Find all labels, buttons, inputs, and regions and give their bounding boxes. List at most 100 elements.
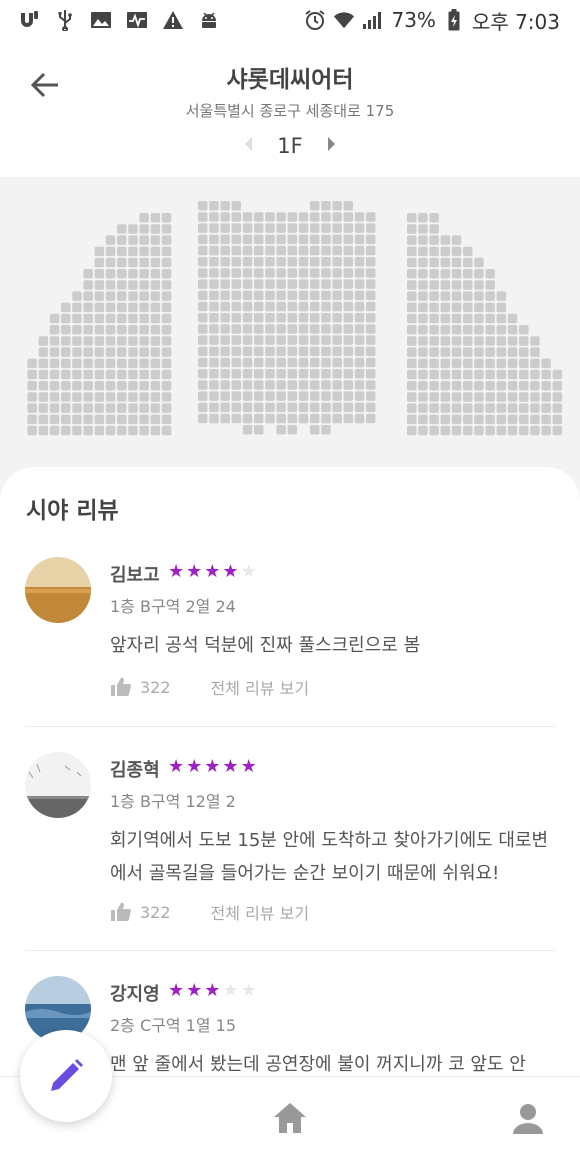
seat[interactable] bbox=[474, 414, 484, 425]
seat[interactable] bbox=[38, 414, 49, 425]
seat[interactable] bbox=[61, 336, 71, 346]
seat[interactable] bbox=[507, 403, 518, 413]
seat[interactable] bbox=[231, 357, 242, 368]
seat[interactable] bbox=[440, 235, 451, 245]
seat[interactable] bbox=[321, 335, 331, 345]
seat[interactable] bbox=[530, 336, 540, 346]
seat[interactable] bbox=[332, 268, 342, 278]
seat[interactable] bbox=[321, 290, 331, 301]
seat[interactable] bbox=[139, 369, 149, 380]
seat[interactable] bbox=[198, 313, 208, 323]
seat[interactable] bbox=[321, 257, 331, 267]
seat[interactable] bbox=[198, 268, 208, 278]
seat[interactable] bbox=[298, 380, 309, 390]
seat[interactable] bbox=[105, 313, 116, 324]
seat[interactable] bbox=[463, 325, 473, 335]
seat[interactable] bbox=[27, 358, 37, 369]
seat[interactable] bbox=[407, 213, 417, 223]
seat[interactable] bbox=[242, 257, 253, 267]
seat[interactable] bbox=[220, 234, 230, 245]
seat[interactable] bbox=[366, 357, 376, 368]
seat[interactable] bbox=[418, 347, 428, 357]
seat[interactable] bbox=[310, 245, 320, 256]
seat[interactable] bbox=[474, 358, 484, 369]
seat[interactable] bbox=[209, 369, 219, 379]
seat[interactable] bbox=[49, 392, 60, 402]
seat[interactable] bbox=[209, 245, 219, 256]
seat[interactable] bbox=[72, 369, 82, 380]
seat[interactable] bbox=[198, 279, 208, 289]
seat[interactable] bbox=[366, 380, 376, 390]
seat[interactable] bbox=[343, 201, 354, 211]
seat[interactable] bbox=[242, 357, 253, 368]
seat[interactable] bbox=[354, 212, 365, 222]
seat[interactable] bbox=[496, 369, 507, 380]
seat[interactable] bbox=[507, 425, 518, 436]
seat[interactable] bbox=[519, 369, 529, 380]
seat[interactable] bbox=[38, 358, 49, 369]
seat[interactable] bbox=[198, 402, 208, 413]
seat[interactable] bbox=[150, 269, 161, 279]
seat[interactable] bbox=[287, 346, 298, 357]
seat[interactable] bbox=[343, 324, 354, 334]
seat[interactable] bbox=[94, 313, 105, 324]
seat[interactable] bbox=[139, 414, 149, 425]
seat[interactable] bbox=[407, 325, 417, 335]
seat[interactable] bbox=[463, 280, 473, 290]
seat[interactable] bbox=[83, 336, 93, 346]
seat[interactable] bbox=[38, 425, 49, 436]
seat[interactable] bbox=[407, 302, 417, 313]
seat[interactable] bbox=[310, 324, 320, 334]
seat[interactable] bbox=[440, 358, 451, 369]
seat[interactable] bbox=[354, 335, 365, 345]
seat[interactable] bbox=[440, 269, 451, 279]
seat[interactable] bbox=[485, 302, 495, 313]
seat[interactable] bbox=[72, 302, 82, 313]
seat[interactable] bbox=[161, 280, 172, 290]
seat[interactable] bbox=[209, 268, 219, 278]
seat[interactable] bbox=[429, 403, 439, 413]
seat[interactable] bbox=[83, 291, 93, 301]
seat[interactable] bbox=[440, 280, 451, 290]
seat[interactable] bbox=[276, 301, 286, 312]
seat[interactable] bbox=[117, 403, 127, 413]
seat[interactable] bbox=[366, 369, 376, 379]
seat[interactable] bbox=[332, 335, 342, 345]
seat[interactable] bbox=[161, 313, 172, 324]
seat[interactable] bbox=[242, 402, 253, 413]
seat[interactable] bbox=[83, 269, 93, 279]
seat[interactable] bbox=[242, 346, 253, 357]
seat[interactable] bbox=[198, 369, 208, 379]
seat[interactable] bbox=[161, 213, 172, 223]
seat[interactable] bbox=[139, 291, 149, 301]
seat[interactable] bbox=[105, 336, 116, 346]
seat[interactable] bbox=[343, 335, 354, 345]
nav-home-button[interactable] bbox=[272, 1101, 308, 1135]
seat[interactable] bbox=[105, 358, 116, 369]
seat[interactable] bbox=[276, 425, 286, 435]
seat[interactable] bbox=[150, 425, 161, 436]
seat[interactable] bbox=[254, 279, 264, 289]
seat[interactable] bbox=[276, 324, 286, 334]
seat[interactable] bbox=[418, 291, 428, 301]
seat[interactable] bbox=[231, 201, 242, 211]
seat[interactable] bbox=[161, 269, 172, 279]
seat[interactable] bbox=[507, 358, 518, 369]
seat[interactable] bbox=[209, 346, 219, 357]
seat[interactable] bbox=[407, 257, 417, 268]
seat[interactable] bbox=[150, 369, 161, 380]
seat[interactable] bbox=[105, 403, 116, 413]
seat[interactable] bbox=[332, 223, 342, 233]
seat[interactable] bbox=[343, 245, 354, 256]
seat[interactable] bbox=[231, 268, 242, 278]
seat[interactable] bbox=[220, 290, 230, 301]
seat[interactable] bbox=[485, 403, 495, 413]
seat[interactable] bbox=[49, 369, 60, 380]
seat[interactable] bbox=[209, 257, 219, 267]
seat[interactable] bbox=[541, 381, 551, 391]
seat[interactable] bbox=[61, 381, 71, 391]
seat[interactable] bbox=[150, 347, 161, 357]
seat[interactable] bbox=[366, 335, 376, 345]
seat[interactable] bbox=[485, 347, 495, 357]
seat[interactable] bbox=[451, 280, 462, 290]
